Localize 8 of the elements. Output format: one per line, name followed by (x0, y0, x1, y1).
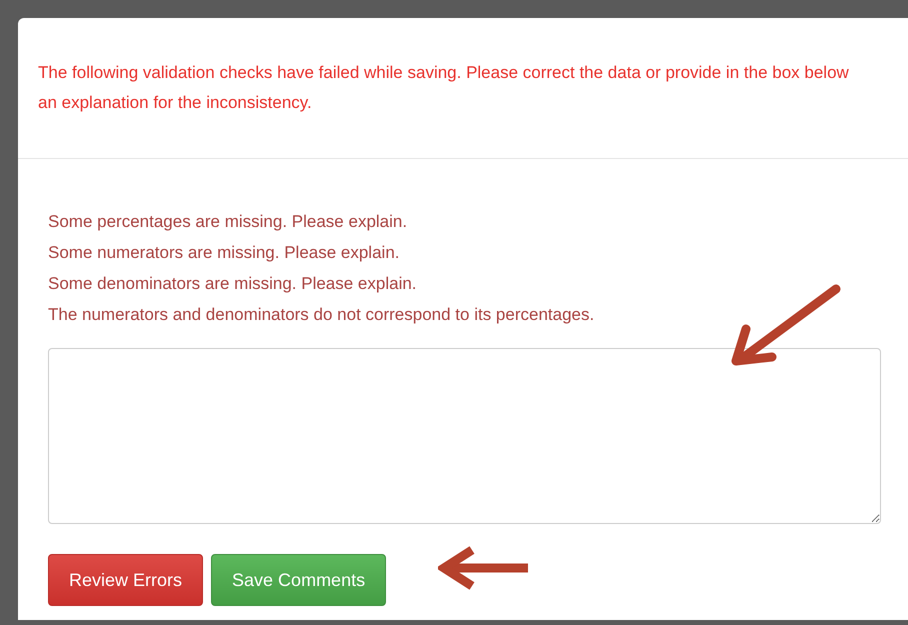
error-message: Some percentages are missing. Please explain. (48, 211, 408, 233)
validation-message: The following validation checks have failed while saving. Please correct the data or provide in the box below an explanation for the inconsistency. (38, 62, 850, 114)
error-message: The numerators and denominators do not correspond to its percentages. (48, 304, 596, 326)
explanation-field[interactable] (48, 348, 881, 524)
review-errors-button[interactable]: Review Errors (48, 554, 204, 606)
error-message: Some numerators are missing. Please explain. (48, 242, 400, 264)
error-message: Some denominators are missing. Please explain. (48, 273, 418, 295)
save-comments-button[interactable]: Save Comments (211, 554, 386, 606)
